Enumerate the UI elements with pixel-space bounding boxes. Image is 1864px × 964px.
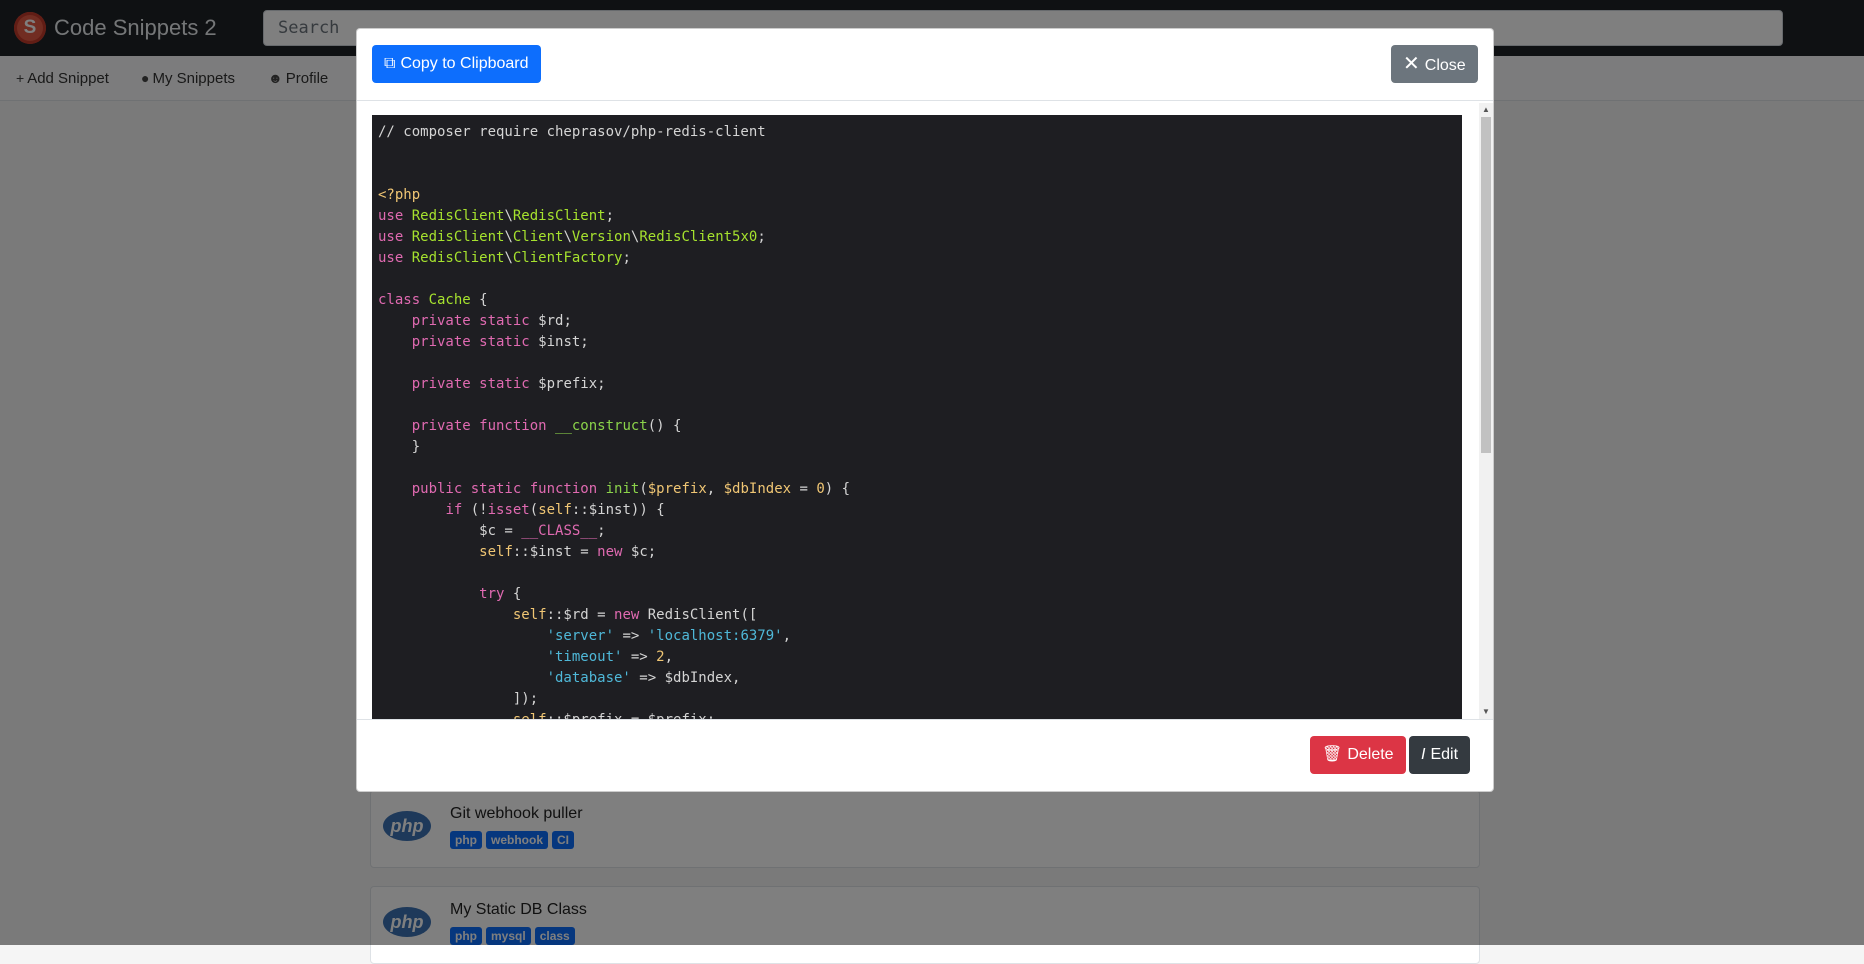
code-line: try { xyxy=(479,586,522,602)
close-label: Close xyxy=(1424,57,1466,74)
code-line: // composer require cheprasov/php-redis-… xyxy=(378,124,766,140)
code-line: 'server' => 'localhost:6379', xyxy=(546,628,792,644)
code-block[interactable]: // composer require cheprasov/php-redis-… xyxy=(372,115,1462,719)
code-line: class Cache { xyxy=(378,292,488,308)
code-line: use RedisClient\RedisClient; xyxy=(378,208,615,224)
edit-button[interactable]: I Edit xyxy=(1409,736,1471,774)
scroll-thumb[interactable] xyxy=(1481,117,1491,453)
code-line: use RedisClient\Client\Version\RedisClie… xyxy=(378,229,766,245)
code-line: private static $rd; xyxy=(411,313,572,329)
delete-label: Delete xyxy=(1347,746,1394,763)
code-line: $c = __CLASS__; xyxy=(378,523,606,539)
trash-icon: 🗑 xyxy=(1322,746,1343,763)
modal-footer: 🗑 Delete I Edit xyxy=(357,719,1493,791)
code-line: } xyxy=(378,439,421,455)
modal-body[interactable]: // composer require cheprasov/php-redis-… xyxy=(357,101,1493,719)
clipboard-icon: ⧉ xyxy=(384,55,396,72)
code-line: private static $prefix; xyxy=(411,376,606,392)
scroll-down-arrow-icon[interactable]: ▼ xyxy=(1479,705,1493,719)
modal-header: ⧉ Copy to Clipboard ✕ Close xyxy=(357,29,1493,101)
code-line: 'timeout' => 2, xyxy=(546,649,674,665)
code-line: use RedisClient\ClientFactory; xyxy=(378,250,631,266)
code-text: // composer require cheprasov/php-redis-… xyxy=(372,115,1462,719)
close-button[interactable]: ✕ Close xyxy=(1391,45,1478,83)
delete-button[interactable]: 🗑 Delete xyxy=(1310,736,1406,774)
code-line: self::$rd = new RedisClient([ xyxy=(512,607,758,623)
modal-scrollbar[interactable]: ▲ ▼ xyxy=(1479,103,1493,719)
code-line: self::$inst = new $c; xyxy=(479,544,657,560)
snippet-modal: ⧉ Copy to Clipboard ✕ Close // composer re… xyxy=(356,28,1494,792)
code-line: private function __construct() { xyxy=(411,418,682,434)
code-line: ]); xyxy=(378,691,539,707)
close-icon: ✕ xyxy=(1403,53,1420,75)
code-line: public static function init($prefix, $db… xyxy=(411,481,851,497)
copy-label: Copy to Clipboard xyxy=(400,55,529,72)
scroll-up-arrow-icon[interactable]: ▲ xyxy=(1479,103,1493,117)
code-line: <?php xyxy=(378,187,421,203)
code-line: 'database' => $dbIndex, xyxy=(546,670,741,686)
edit-label: Edit xyxy=(1430,746,1459,763)
code-line: self::$prefix = $prefix; xyxy=(378,710,1456,719)
code-line: if (!isset(self::$inst)) { xyxy=(445,502,665,518)
copy-to-clipboard-button[interactable]: ⧉ Copy to Clipboard xyxy=(372,45,541,83)
code-line: private static $inst; xyxy=(411,334,589,350)
cursor-icon: I xyxy=(1421,746,1426,763)
